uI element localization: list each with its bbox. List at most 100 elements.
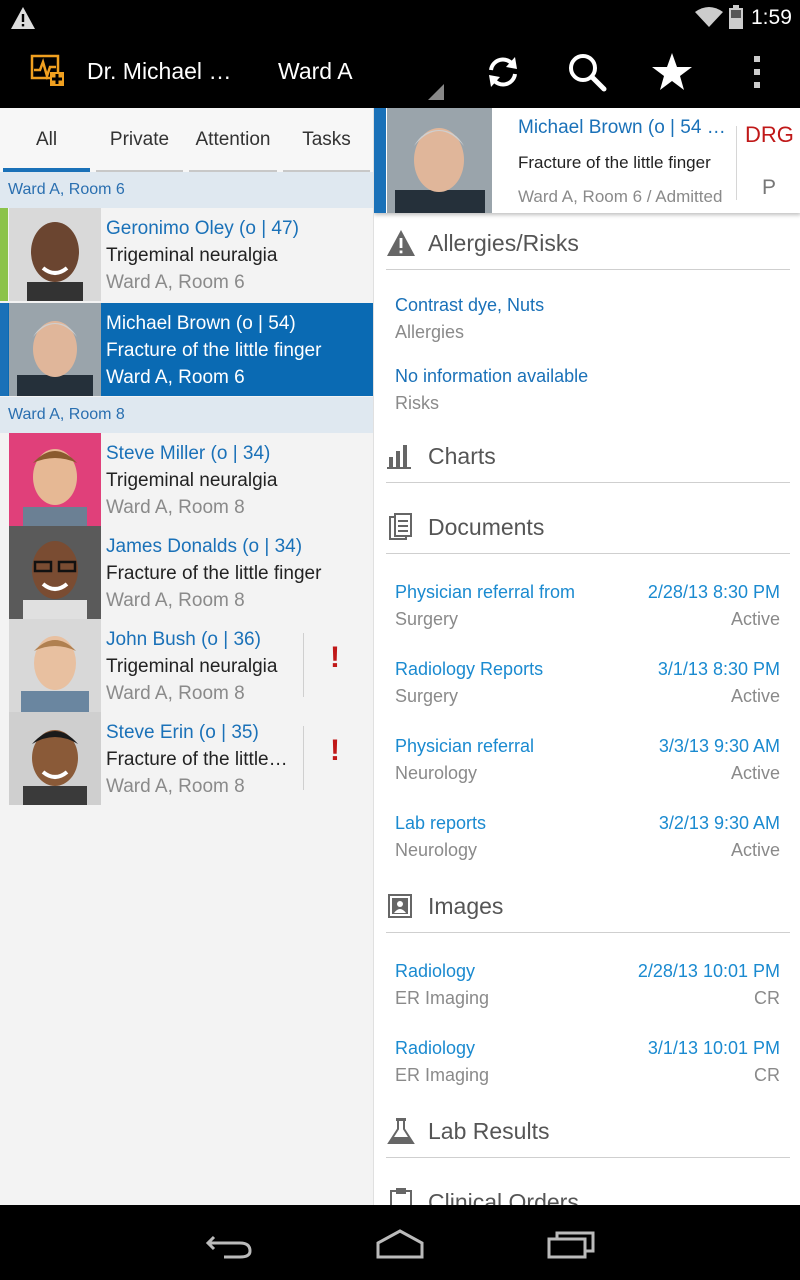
section-documents[interactable]: Documents [386, 502, 790, 554]
section-title: Charts [428, 443, 496, 469]
tab-private[interactable]: Private [93, 108, 186, 172]
p-button[interactable]: P [762, 176, 776, 200]
search-icon[interactable] [565, 50, 609, 94]
filter-tabs: All Private Attention Tasks [0, 108, 373, 172]
attention-flag [0, 208, 8, 301]
patient-photo [9, 433, 101, 526]
document-status: Active [730, 686, 780, 706]
document-item[interactable]: Physician referral from Surgery 2/28/13 … [395, 582, 780, 642]
wifi-icon [695, 7, 723, 27]
item-value: No information available [395, 366, 589, 386]
section-title: Images [428, 893, 504, 919]
section-title: Lab Results [428, 1118, 550, 1144]
tab-all[interactable]: All [0, 108, 93, 172]
alert-icon[interactable]: ! [330, 734, 340, 768]
warning-icon [11, 7, 35, 29]
clock: 1:59 [751, 6, 792, 29]
document-item[interactable]: Radiology Reports Surgery 3/1/13 8:30 PM… [395, 659, 780, 719]
patient-location: Ward A, Room 6 / Admitted [518, 187, 723, 206]
document-icon [389, 513, 412, 540]
document-item[interactable]: Physician referral Neurology 3/3/13 9:30… [395, 736, 780, 796]
image-item[interactable]: Radiology ER Imaging 3/1/13 10:01 PM CR [395, 1038, 780, 1098]
document-status: Active [730, 609, 780, 629]
recent-apps-icon[interactable] [541, 1225, 601, 1261]
home-icon[interactable] [370, 1225, 430, 1261]
patient-row[interactable]: Steve Miller (o | 34) Trigeminal neuralg… [0, 433, 373, 526]
refresh-icon[interactable] [481, 50, 525, 94]
patient-row[interactable]: James Donalds (o | 34) Fracture of the l… [0, 526, 373, 619]
image-title: Radiology [395, 1038, 476, 1058]
star-icon[interactable] [650, 50, 694, 94]
risk-item[interactable]: No information available Risks [395, 366, 780, 426]
document-title: Lab reports [395, 813, 487, 833]
section-images[interactable]: Images [386, 881, 790, 933]
system-navigation-bar [0, 1205, 800, 1280]
patient-name: John Bush (o | 36) [106, 629, 261, 650]
overflow-menu-icon[interactable] [735, 50, 779, 94]
patient-row[interactable]: Steve Erin (o | 35) Fracture of the litt… [0, 712, 373, 805]
patient-photo [9, 712, 101, 805]
patient-photo [9, 619, 101, 712]
drg-button[interactable]: DRG [745, 122, 794, 148]
divider [303, 633, 304, 697]
ward-selector[interactable]: Ward A [278, 58, 353, 85]
status-bar: 1:59 [0, 0, 800, 36]
image-type: CR [754, 988, 780, 1008]
document-department: Neurology [395, 840, 478, 860]
patient-diagnosis: Fracture of the little finger [106, 340, 322, 361]
patient-name: Steve Miller (o | 34) [106, 443, 271, 464]
patient-row[interactable]: Geronimo Oley (o | 47) Trigeminal neural… [0, 208, 373, 301]
image-date: 3/1/13 10:01 PM [647, 1038, 780, 1058]
section-charts[interactable]: Charts [386, 431, 790, 483]
divider [736, 126, 737, 200]
document-status: Active [730, 840, 780, 860]
item-label: Allergies [395, 322, 465, 342]
image-department: ER Imaging [395, 988, 490, 1008]
section-lab-results[interactable]: Lab Results [386, 1106, 790, 1158]
document-date: 3/2/13 9:30 AM [658, 813, 780, 833]
document-date: 3/3/13 9:30 AM [658, 736, 780, 756]
document-department: Surgery [395, 686, 459, 706]
allergy-item[interactable]: Contrast dye, Nuts Allergies [395, 295, 780, 355]
app-logo-icon[interactable] [30, 52, 66, 88]
document-title: Physician referral [395, 736, 535, 756]
document-title: Physician referral from [395, 582, 576, 602]
dropdown-corner-icon[interactable] [428, 84, 444, 100]
section-allergies[interactable]: Allergies/Risks [386, 218, 790, 270]
group-header: Ward A, Room 6 [0, 172, 373, 208]
patient-diagnosis: Fracture of the little finger [106, 749, 290, 770]
document-department: Surgery [395, 609, 459, 629]
image-item[interactable]: Radiology ER Imaging 2/28/13 10:01 PM CR [395, 961, 780, 1021]
action-bar: Dr. Michael Brown Ward A [0, 36, 800, 108]
section-title: Allergies/Risks [428, 230, 579, 256]
section-clinical-orders[interactable]: Clinical Orders [386, 1177, 790, 1205]
back-icon[interactable] [200, 1225, 260, 1261]
tab-label: Tasks [302, 129, 351, 150]
patient-name: James Donalds (o | 34) [106, 536, 303, 557]
tab-label: Private [109, 129, 170, 150]
patient-diagnosis: Fracture of the little finger [518, 153, 711, 172]
patient-diagnosis: Trigeminal neuralgia [106, 245, 278, 266]
alert-icon[interactable]: ! [330, 641, 340, 675]
document-date: 3/1/13 8:30 PM [657, 659, 780, 679]
divider [303, 726, 304, 790]
tab-attention[interactable]: Attention [186, 108, 280, 172]
patient-row[interactable]: John Bush (o | 36) Trigeminal neuralgia … [0, 619, 373, 712]
patient-photo [9, 208, 101, 301]
patient-diagnosis: Trigeminal neuralgia [106, 470, 278, 491]
patient-name: Michael Brown (o | 54 | male) [518, 117, 730, 138]
document-item[interactable]: Lab reports Neurology 3/2/13 9:30 AM Act… [395, 813, 780, 873]
patient-photo [387, 108, 492, 213]
tab-label: Attention [195, 129, 271, 150]
item-value: Contrast dye, Nuts [395, 295, 545, 315]
tab-tasks[interactable]: Tasks [280, 108, 373, 172]
patient-location: Ward A, Room 6 [106, 272, 245, 293]
selected-flag [0, 303, 8, 396]
image-department: ER Imaging [395, 1065, 490, 1085]
section-title: Documents [428, 514, 545, 540]
chart-icon [387, 445, 411, 469]
orders-icon [390, 1188, 412, 1205]
patient-diagnosis: Fracture of the little finger [106, 563, 322, 584]
patient-header-card[interactable]: Michael Brown (o | 54 | male) Fracture o… [374, 108, 800, 213]
patient-row-selected[interactable]: Michael Brown (o | 54) Fracture of the l… [0, 303, 373, 396]
